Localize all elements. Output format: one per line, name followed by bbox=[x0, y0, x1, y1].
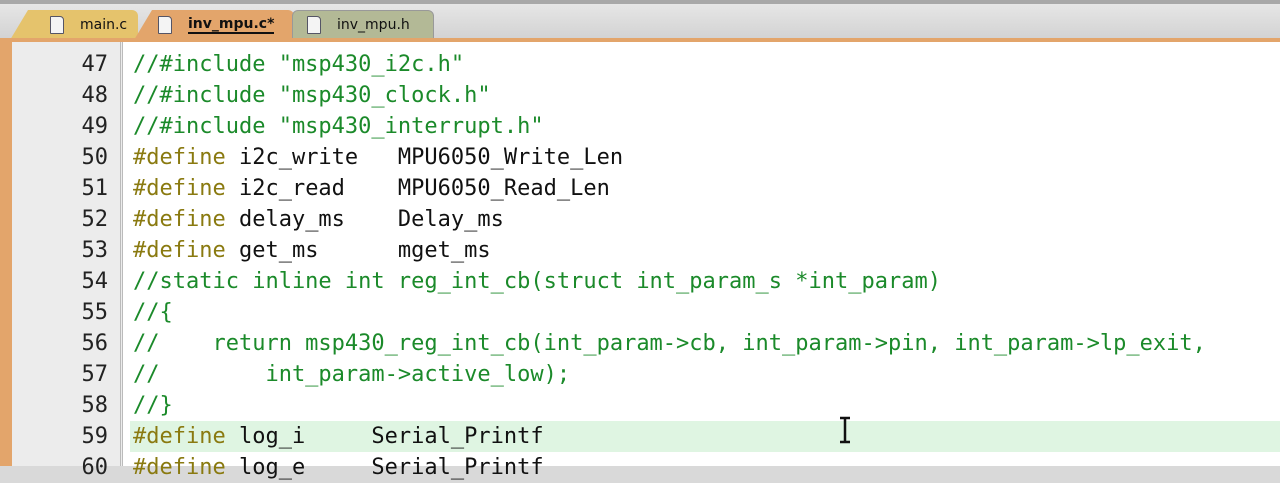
code-line[interactable]: 57 // int_param->active_low); bbox=[0, 359, 1280, 390]
code-line[interactable]: 60 #define log_e Serial_Printf bbox=[0, 452, 1280, 483]
code-text: #define i2c_write MPU6050_Write_Len bbox=[133, 142, 623, 173]
line-number: 49 bbox=[81, 114, 109, 139]
code-text: //#include "msp430_interrupt.h" bbox=[133, 111, 544, 142]
preprocessor-keyword: #define bbox=[133, 176, 226, 201]
code-text: //#include "msp430_clock.h" bbox=[133, 80, 491, 111]
tab-inv-mpu-c[interactable]: inv_mpu.c* bbox=[134, 10, 294, 40]
code-text: //} bbox=[133, 390, 173, 421]
code-token: i2c_read MPU6050_Read_Len bbox=[225, 176, 610, 201]
code-line[interactable]: 52 #define delay_ms Delay_ms bbox=[0, 204, 1280, 235]
code-text: #define log_e Serial_Printf bbox=[133, 452, 544, 483]
code-text: //#include "msp430_i2c.h" bbox=[133, 49, 464, 80]
line-number: 48 bbox=[81, 83, 109, 108]
code-line[interactable]: 56 // return msp430_reg_int_cb(int_param-… bbox=[0, 328, 1280, 359]
file-icon bbox=[50, 16, 64, 34]
tab-main-c[interactable]: main.c bbox=[10, 10, 138, 40]
code-text: #define log_i Serial_Printf bbox=[133, 421, 544, 452]
comment: //#include "msp430_interrupt.h" bbox=[133, 114, 544, 139]
tab-inv-mpu-h[interactable]: inv_mpu.h bbox=[292, 10, 434, 40]
code-text: #define get_ms mget_ms bbox=[133, 235, 491, 266]
line-number: 54 bbox=[81, 269, 109, 294]
code-editor[interactable]: 47 //#include "msp430_i2c.h" 48 //#include … bbox=[0, 38, 1280, 480]
code-token: get_ms mget_ms bbox=[225, 238, 491, 263]
preprocessor-keyword: #define bbox=[133, 238, 226, 263]
code-text: #define delay_ms Delay_ms bbox=[133, 204, 504, 235]
preprocessor-keyword: #define bbox=[133, 455, 226, 480]
code-token: log_i Serial_Printf bbox=[225, 424, 544, 449]
comment: // int_param->active_low); bbox=[133, 362, 571, 387]
code-line[interactable]: 50 #define i2c_write MPU6050_Write_Len bbox=[0, 142, 1280, 173]
preprocessor-keyword: #define bbox=[133, 424, 226, 449]
comment: // return msp430_reg_int_cb(int_param->c… bbox=[133, 331, 1206, 356]
code-line[interactable]: 55 //{ bbox=[0, 297, 1280, 328]
tab-label: inv_mpu.h bbox=[337, 17, 410, 33]
code-text: //{ bbox=[133, 297, 173, 328]
line-number: 57 bbox=[81, 362, 109, 387]
comment: //#include "msp430_i2c.h" bbox=[133, 52, 465, 77]
comment: //} bbox=[133, 393, 173, 418]
code-line[interactable]: 49 //#include "msp430_interrupt.h" bbox=[0, 111, 1280, 142]
code-text: // return msp430_reg_int_cb(int_param->c… bbox=[133, 328, 1206, 359]
code-line[interactable]: 47 //#include "msp430_i2c.h" bbox=[0, 49, 1280, 80]
code-token: log_e Serial_Printf bbox=[225, 455, 544, 480]
line-number: 51 bbox=[81, 176, 109, 201]
file-icon bbox=[158, 16, 172, 34]
code-line[interactable]: 51 #define i2c_read MPU6050_Read_Len bbox=[0, 173, 1280, 204]
code-token: delay_ms Delay_ms bbox=[225, 207, 504, 232]
code-text: //static inline int reg_int_cb(struct in… bbox=[133, 266, 941, 297]
line-number: 58 bbox=[81, 393, 109, 418]
line-number: 59 bbox=[81, 424, 109, 449]
preprocessor-keyword: #define bbox=[133, 145, 226, 170]
code-line[interactable]: 58 //} bbox=[0, 390, 1280, 421]
tab-label: main.c bbox=[80, 17, 128, 33]
editor-tab-bar: main.c inv_mpu.c* inv_mpu.h bbox=[0, 0, 1280, 40]
code-line[interactable]: 59 #define log_i Serial_Printf bbox=[0, 421, 1280, 452]
line-number: 53 bbox=[81, 238, 109, 263]
line-number: 47 bbox=[81, 52, 109, 77]
tab-label: inv_mpu.c* bbox=[188, 16, 275, 34]
line-number: 55 bbox=[81, 300, 109, 325]
code-text: // int_param->active_low); bbox=[133, 359, 570, 390]
code-token: i2c_write MPU6050_Write_Len bbox=[225, 145, 624, 170]
code-line[interactable]: 53 #define get_ms mget_ms bbox=[0, 235, 1280, 266]
preprocessor-keyword: #define bbox=[133, 207, 226, 232]
line-number: 50 bbox=[81, 145, 109, 170]
code-text: #define i2c_read MPU6050_Read_Len bbox=[133, 173, 610, 204]
line-number: 56 bbox=[81, 331, 109, 356]
line-number: 52 bbox=[81, 207, 109, 232]
comment: //{ bbox=[133, 300, 173, 325]
comment: //#include "msp430_clock.h" bbox=[133, 83, 491, 108]
line-number: 60 bbox=[81, 455, 109, 480]
file-icon bbox=[307, 16, 321, 34]
code-line[interactable]: 54 //static inline int reg_int_cb(struct … bbox=[0, 266, 1280, 297]
text-cursor-icon bbox=[840, 416, 850, 444]
code-line[interactable]: 48 //#include "msp430_clock.h" bbox=[0, 80, 1280, 111]
comment: //static inline int reg_int_cb(struct in… bbox=[133, 269, 941, 294]
